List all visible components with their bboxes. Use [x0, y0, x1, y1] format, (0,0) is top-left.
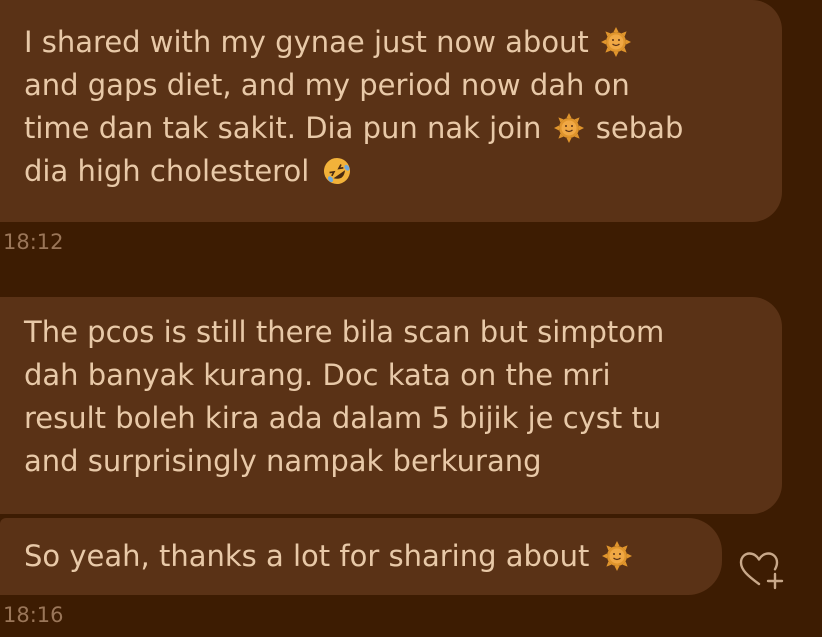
- message-text: and gaps diet, and my period now dah on: [24, 68, 630, 102]
- sun-icon: [553, 113, 584, 143]
- message-bubble[interactable]: I shared with my gynae just now about an…: [0, 0, 782, 222]
- sun-icon: [601, 27, 632, 57]
- chat-thread: I shared with my gynae just now about an…: [0, 0, 822, 637]
- message-bubble[interactable]: The pcos is still there bila scan but si…: [0, 297, 782, 514]
- message-text: dia high cholesterol: [24, 154, 319, 188]
- heart-plus-icon[interactable]: [738, 550, 784, 590]
- message-timestamp: 18:16: [3, 603, 64, 627]
- message-text: result boleh kira ada dalam 5 bijik je c…: [24, 401, 662, 435]
- message-text: dah banyak kurang. Doc kata on the mri: [24, 358, 611, 392]
- message-text: and surprisingly nampak berkurang: [24, 444, 542, 478]
- message-text: time dan tak sakit. Dia pun nak join: [24, 111, 551, 145]
- message-line: I shared with my gynae just now about: [24, 21, 758, 64]
- message-line: dia high cholesterol: [24, 150, 758, 193]
- sun-icon: [601, 541, 632, 571]
- rolling-on-floor-laughing-icon: [323, 158, 350, 184]
- message-text: sebab: [586, 111, 684, 145]
- message-line: time dan tak sakit. Dia pun nak join seb…: [24, 107, 758, 150]
- message-bubble[interactable]: So yeah, thanks a lot for sharing about: [0, 518, 722, 595]
- message-text: I shared with my gynae just now about: [24, 25, 599, 59]
- message-timestamp: 18:12: [3, 230, 64, 254]
- message-text: So yeah, thanks a lot for sharing about: [24, 539, 599, 573]
- message-line: So yeah, thanks a lot for sharing about: [24, 535, 698, 578]
- message-text: The pcos is still there bila scan but si…: [24, 315, 665, 349]
